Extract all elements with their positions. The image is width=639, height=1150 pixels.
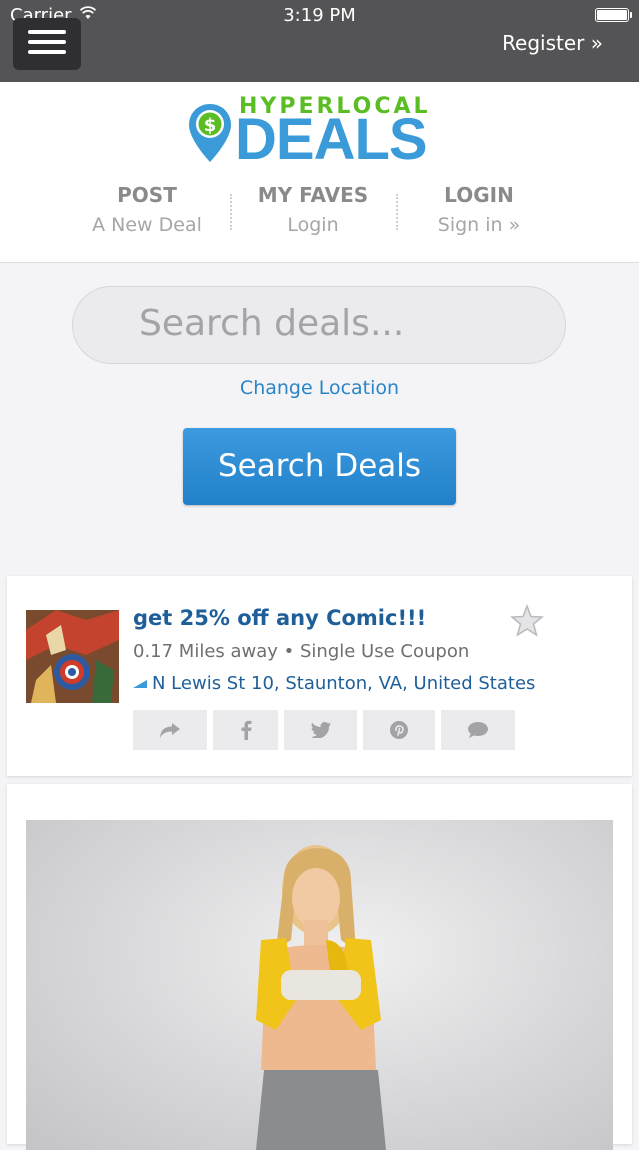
nav-title: POST xyxy=(117,183,177,207)
header: $ HYPERLOCAL DEALS POST A New Deal MY FA… xyxy=(0,82,639,263)
search-deals-button[interactable]: Search Deals xyxy=(183,428,456,505)
nav-subtitle: A New Deal xyxy=(92,214,202,236)
search-input[interactable]: Search deals... xyxy=(72,286,566,364)
logo[interactable]: $ HYPERLOCAL DEALS xyxy=(187,94,457,174)
facebook-button[interactable] xyxy=(213,710,278,750)
change-location-link[interactable]: Change Location xyxy=(0,377,639,399)
deal-photo-image xyxy=(256,845,386,1150)
comment-icon xyxy=(468,722,488,738)
register-link[interactable]: Register » xyxy=(502,31,603,55)
deal-address[interactable]: N Lewis St 10, Staunton, VA, United Stat… xyxy=(133,673,535,694)
share-button[interactable] xyxy=(133,710,207,750)
nav-subtitle: Sign in » xyxy=(437,214,521,236)
deal-meta: 0.17 Miles away • Single Use Coupon xyxy=(133,641,470,662)
nav-item-login[interactable]: LOGIN Sign in » xyxy=(396,182,562,242)
deal-card[interactable]: get 25% off any Comic!!! 0.17 Miles away… xyxy=(7,576,632,776)
deal-title[interactable]: get 25% off any Comic!!! xyxy=(133,606,426,630)
pinterest-icon xyxy=(390,721,408,739)
nav-title: MY FAVES xyxy=(257,183,369,207)
nav-title: LOGIN xyxy=(444,183,514,207)
nav-subtitle: Login xyxy=(287,214,339,236)
deal-photo[interactable] xyxy=(26,820,613,1150)
nav-item-my-faves[interactable]: MY FAVES Login xyxy=(230,182,396,242)
menu-button[interactable] xyxy=(13,18,81,70)
comment-button[interactable] xyxy=(441,710,515,750)
nav-bar: POST A New Deal MY FAVES Login LOGIN Sig… xyxy=(64,182,576,242)
deal-address-text: N Lewis St 10, Staunton, VA, United Stat… xyxy=(152,673,536,694)
deal-card[interactable] xyxy=(7,784,632,1150)
battery-icon xyxy=(595,8,632,22)
pinterest-button[interactable] xyxy=(363,710,435,750)
twitter-icon xyxy=(310,722,331,738)
facebook-icon xyxy=(241,720,251,740)
logo-pin-symbol: $ xyxy=(204,115,217,136)
top-bar: Carrier 3:19 PM Register » xyxy=(0,0,639,82)
hamburger-icon-bar xyxy=(28,30,66,34)
hamburger-icon-bar xyxy=(28,50,66,54)
location-pin-icon: $ xyxy=(189,104,231,162)
favorite-star-icon[interactable] xyxy=(510,604,544,638)
map-marker-icon xyxy=(133,680,147,688)
hamburger-icon-bar xyxy=(28,40,66,44)
deal-thumbnail[interactable] xyxy=(26,610,119,703)
share-icon xyxy=(160,723,180,738)
comic-image xyxy=(26,610,119,703)
share-buttons xyxy=(133,710,521,750)
status-time: 3:19 PM xyxy=(283,5,356,26)
logo-main-text: DEALS xyxy=(235,107,428,172)
twitter-button[interactable] xyxy=(284,710,357,750)
nav-item-post[interactable]: POST A New Deal xyxy=(64,182,230,242)
